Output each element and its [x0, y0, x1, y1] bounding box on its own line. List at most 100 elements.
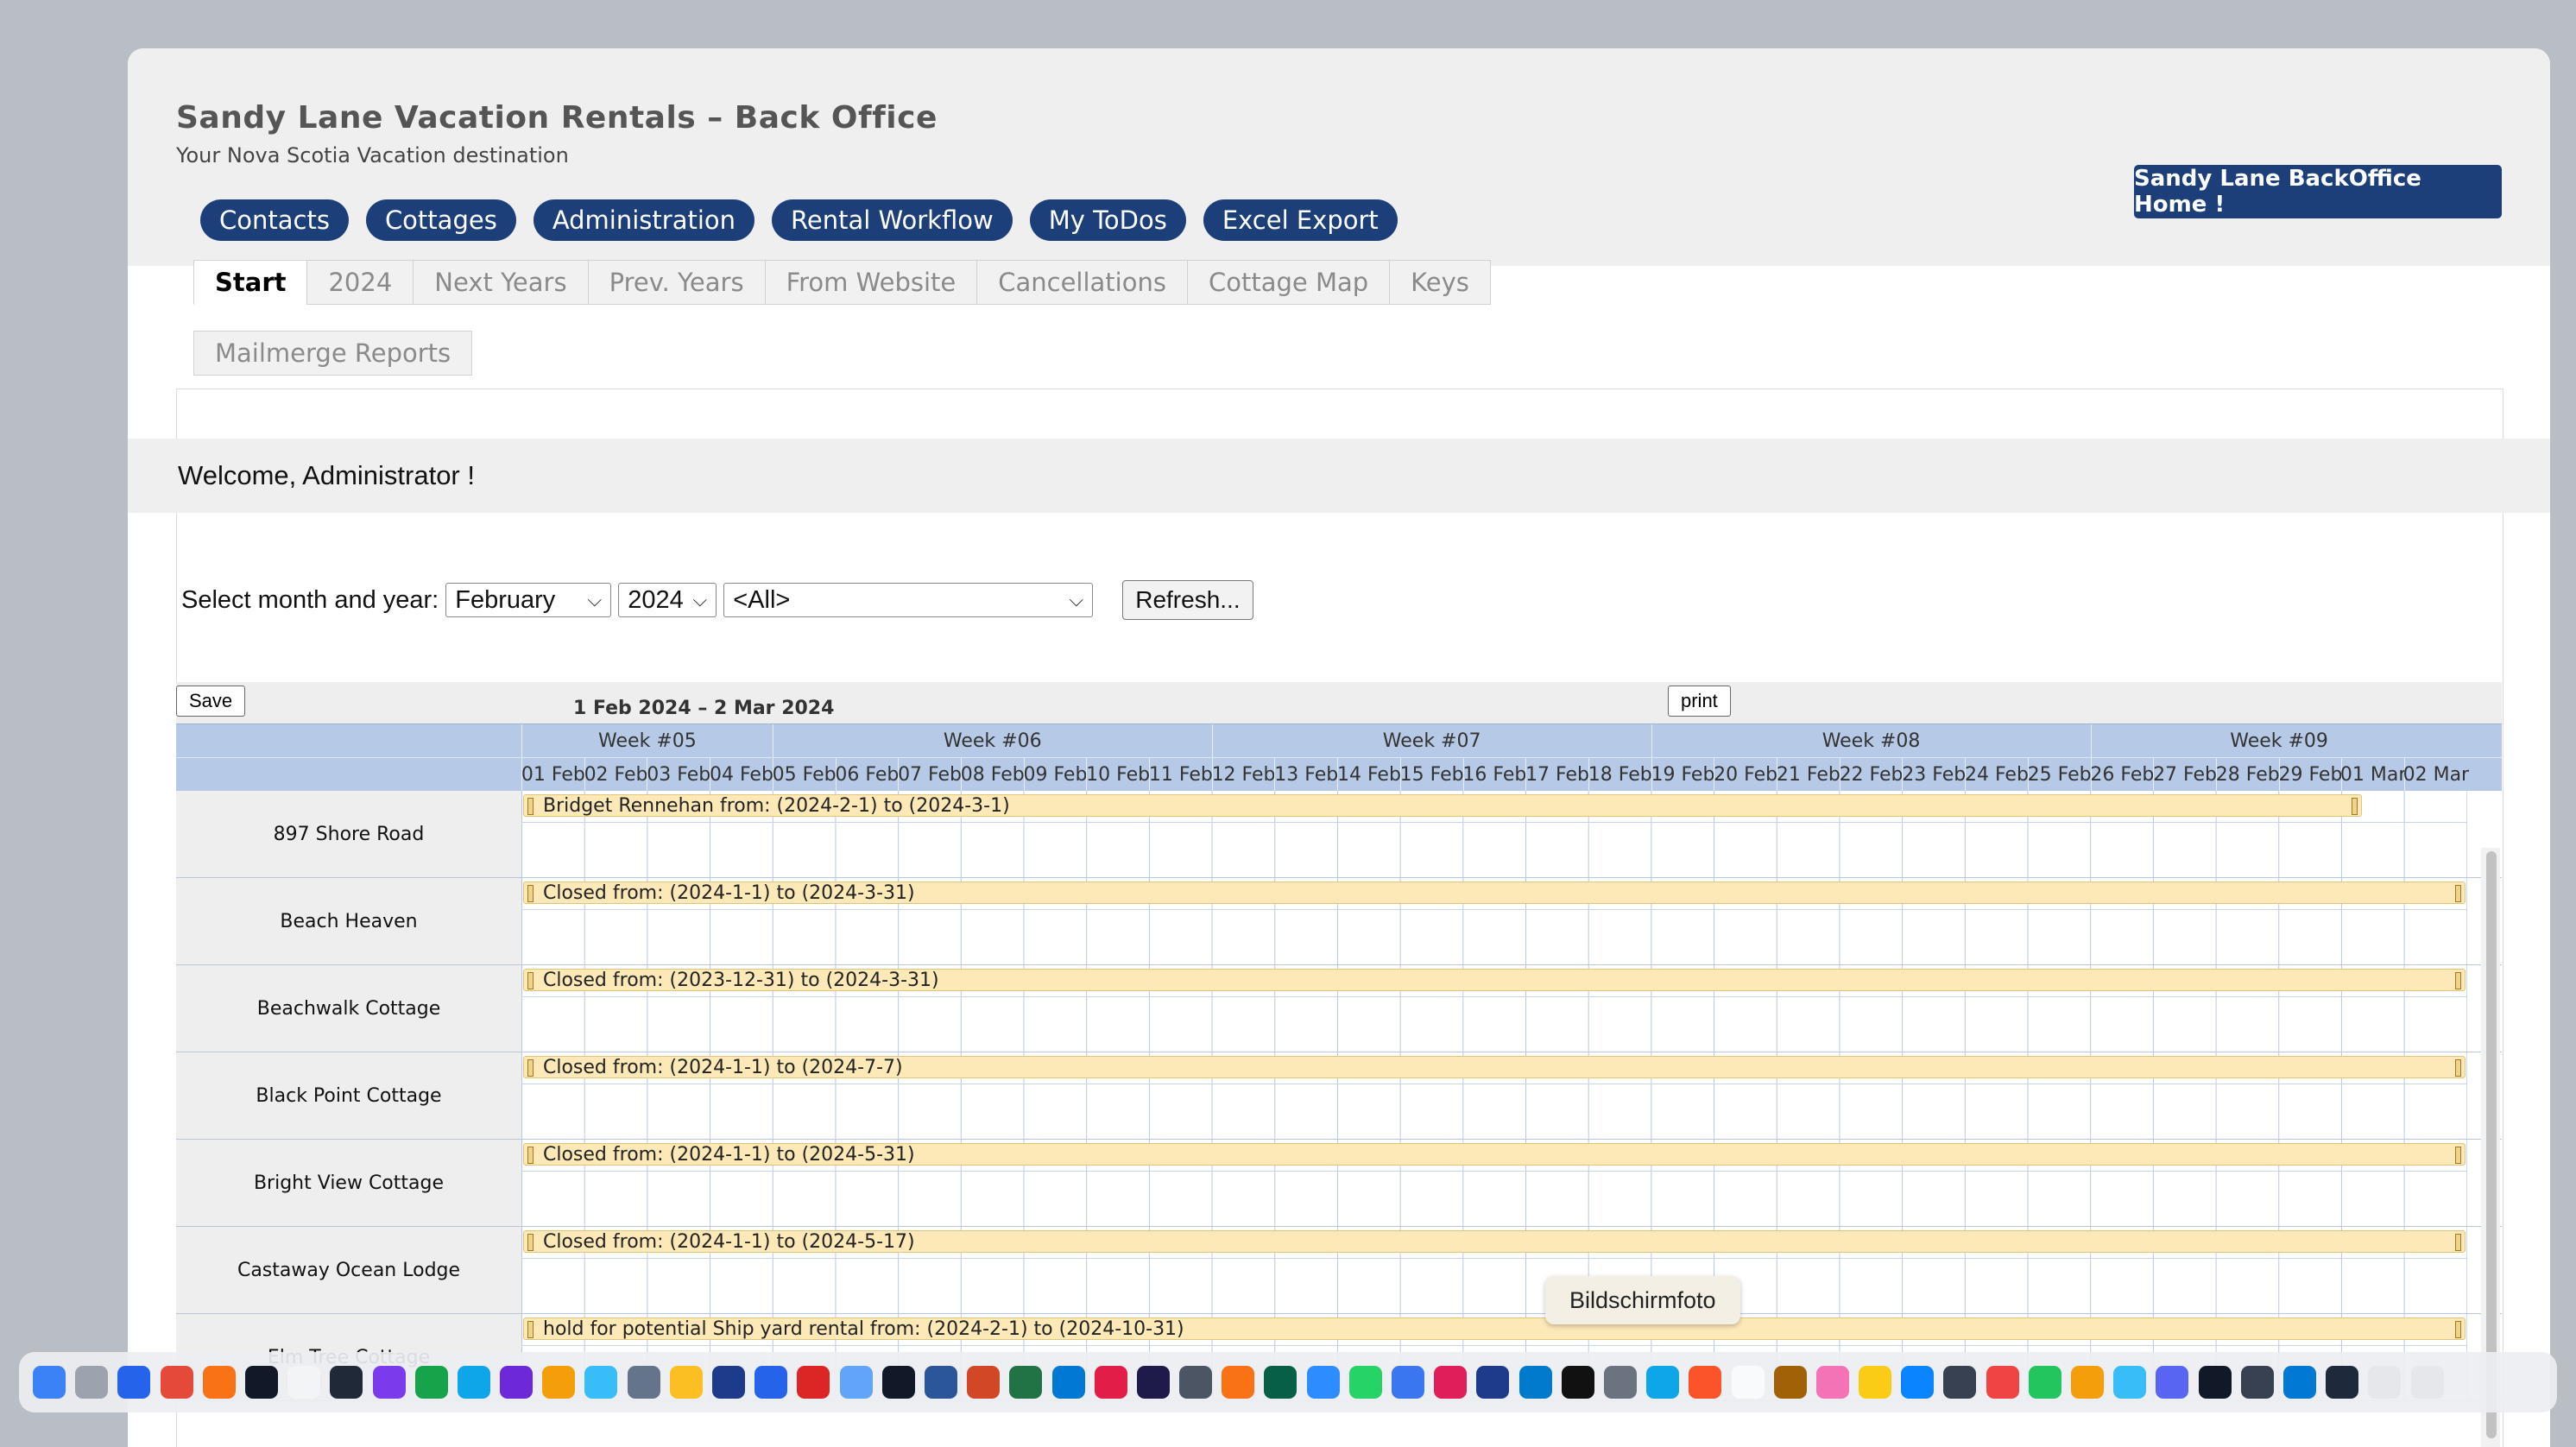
booking-bar[interactable]: Closed from: (2023-12-31) to (2024-3-31) [523, 969, 2466, 991]
photos-icon[interactable] [1815, 1366, 1849, 1399]
numbers-icon[interactable] [414, 1366, 448, 1399]
pen-icon[interactable] [2198, 1366, 2232, 1399]
app-icon-2[interactable] [1264, 1366, 1297, 1399]
keystroke-icon[interactable] [1136, 1366, 1170, 1399]
whatsapp-icon[interactable] [1348, 1366, 1382, 1399]
archive-icon[interactable] [1773, 1366, 1807, 1399]
typora-icon[interactable] [797, 1366, 830, 1399]
textedit-icon[interactable] [287, 1366, 321, 1399]
discord-icon[interactable] [2156, 1366, 2189, 1399]
outlook-icon[interactable] [1051, 1366, 1085, 1399]
cyberduck-icon[interactable] [669, 1366, 703, 1399]
calc-icon[interactable] [1179, 1366, 1213, 1399]
tab-mailmerge-reports[interactable]: Mailmerge Reports [193, 331, 473, 376]
sourcetree-icon[interactable] [712, 1366, 745, 1399]
tab-keys[interactable]: Keys [1389, 260, 1491, 305]
vscode-icon[interactable] [1518, 1366, 1552, 1399]
nav-cottages[interactable]: Cottages [365, 199, 516, 241]
powerpoint-icon[interactable] [967, 1366, 1001, 1399]
cottage-name[interactable]: Castaway Ocean Lodge [176, 1227, 522, 1313]
tab-start[interactable]: Start [193, 260, 308, 305]
calculator-icon[interactable] [627, 1366, 660, 1399]
cottage-name[interactable]: Bright View Cottage [176, 1140, 522, 1226]
refresh-button[interactable]: Refresh... [1122, 580, 1253, 620]
brave-icon[interactable] [1689, 1366, 1722, 1399]
day-label: 06 Feb [835, 758, 899, 791]
excel-icon[interactable] [1009, 1366, 1043, 1399]
finder-icon[interactable] [33, 1366, 66, 1399]
affinity-designer-icon[interactable] [372, 1366, 406, 1399]
zoom-icon[interactable] [1306, 1366, 1340, 1399]
cottage-name[interactable]: Black Point Cottage [176, 1052, 522, 1139]
calendar-icon[interactable] [1731, 1366, 1765, 1399]
scroll-thumb[interactable] [2486, 851, 2497, 1438]
booking-bar[interactable]: Closed from: (2024-1-1) to (2024-7-7) [523, 1056, 2466, 1078]
toolbox-icon[interactable] [1986, 1366, 2019, 1399]
camera-icon[interactable] [2240, 1366, 2274, 1399]
timer-icon[interactable] [1476, 1366, 1510, 1399]
windows-icon[interactable] [2282, 1366, 2316, 1399]
acrobat-icon[interactable] [1094, 1366, 1127, 1399]
booking-bar[interactable]: Bridget Rennehan from: (2024-2-1) to (20… [523, 794, 2362, 817]
nav-my-todos[interactable]: My ToDos [1029, 199, 1186, 241]
xcode-icon[interactable] [754, 1366, 788, 1399]
stocks-icon[interactable] [881, 1366, 915, 1399]
chrome-icon[interactable] [160, 1366, 193, 1399]
appstore-icon[interactable] [1901, 1366, 1935, 1399]
trash-icon[interactable] [2410, 1366, 2444, 1399]
affinity-icon[interactable] [330, 1366, 363, 1399]
safari-icon[interactable] [117, 1366, 151, 1399]
infinity-icon-2[interactable] [1646, 1366, 1680, 1399]
tab-from-website[interactable]: From Website [764, 260, 978, 305]
nav-excel-export[interactable]: Excel Export [1203, 199, 1398, 241]
stack-icon[interactable] [2326, 1366, 2359, 1399]
day-label: 08 Feb [961, 758, 1025, 791]
nav-administration[interactable]: Administration [533, 199, 755, 241]
year-select[interactable]: 2024 ⌵ [618, 583, 717, 617]
firefox-icon[interactable] [202, 1366, 236, 1399]
slack-icon[interactable] [1434, 1366, 1468, 1399]
day-label: 07 Feb [898, 758, 962, 791]
notes-icon[interactable] [1859, 1366, 1892, 1399]
tab-2024[interactable]: 2024 [306, 260, 414, 305]
cottage-name[interactable]: 897 Shore Road [176, 791, 522, 877]
print-button[interactable]: print [1668, 686, 1731, 717]
nav-rental-workflow[interactable]: Rental Workflow [772, 199, 1013, 241]
keynote-icon[interactable] [2071, 1366, 2104, 1399]
folder-icon[interactable] [839, 1366, 873, 1399]
month-select[interactable]: February ⌵ [445, 583, 612, 617]
backoffice-home-button[interactable]: Sandy Lane BackOffice Home ! [2134, 165, 2502, 218]
sketch-icon[interactable] [1222, 1366, 1255, 1399]
document-icon[interactable] [2368, 1366, 2402, 1399]
cottage-name[interactable]: Beach Heaven [176, 878, 522, 964]
signal-icon[interactable] [1392, 1366, 1424, 1399]
cottage-row: Bright View Cottage Closed from: (2024-1-… [176, 1140, 2502, 1227]
booking-bar[interactable]: Closed from: (2024-1-1) to (2024-5-17) [523, 1230, 2466, 1253]
cottage-name[interactable]: Beachwalk Cottage [176, 965, 522, 1052]
screenshot-icon[interactable] [1603, 1366, 1637, 1399]
nav-contacts[interactable]: Contacts [200, 199, 349, 241]
globe-icon[interactable] [2113, 1366, 2147, 1399]
booking-bar[interactable]: hold for potential Ship yard rental from… [523, 1317, 2466, 1340]
tab-prev-years[interactable]: Prev. Years [587, 260, 766, 305]
pages-icon[interactable] [2028, 1366, 2061, 1399]
star-icon[interactable] [542, 1366, 576, 1399]
booking-bar[interactable]: Closed from: (2024-1-1) to (2024-5-31) [523, 1143, 2466, 1166]
elephant-icon[interactable] [584, 1366, 618, 1399]
save-button[interactable]: Save [176, 686, 246, 717]
tab-cancellations[interactable]: Cancellations [976, 260, 1188, 305]
terminal-icon[interactable] [1561, 1366, 1594, 1399]
activity-monitor-icon[interactable] [244, 1366, 278, 1399]
tab-cottage-map[interactable]: Cottage Map [1186, 260, 1391, 305]
infinity-icon[interactable] [457, 1366, 490, 1399]
year-value: 2024 [628, 585, 684, 614]
settings-icon[interactable] [1943, 1366, 1977, 1399]
word-icon[interactable] [924, 1366, 957, 1399]
booking-bar[interactable]: Closed from: (2024-1-1) to (2024-3-31) [523, 881, 2466, 904]
app-icon[interactable] [500, 1366, 534, 1399]
launchpad-icon[interactable] [75, 1366, 109, 1399]
day-label: 05 Feb [773, 758, 837, 791]
chevron-down-icon: ⌵ [587, 589, 603, 610]
tab-next-years[interactable]: Next Years [413, 260, 589, 305]
cottage-select[interactable]: <All> ⌵ [723, 583, 1094, 617]
